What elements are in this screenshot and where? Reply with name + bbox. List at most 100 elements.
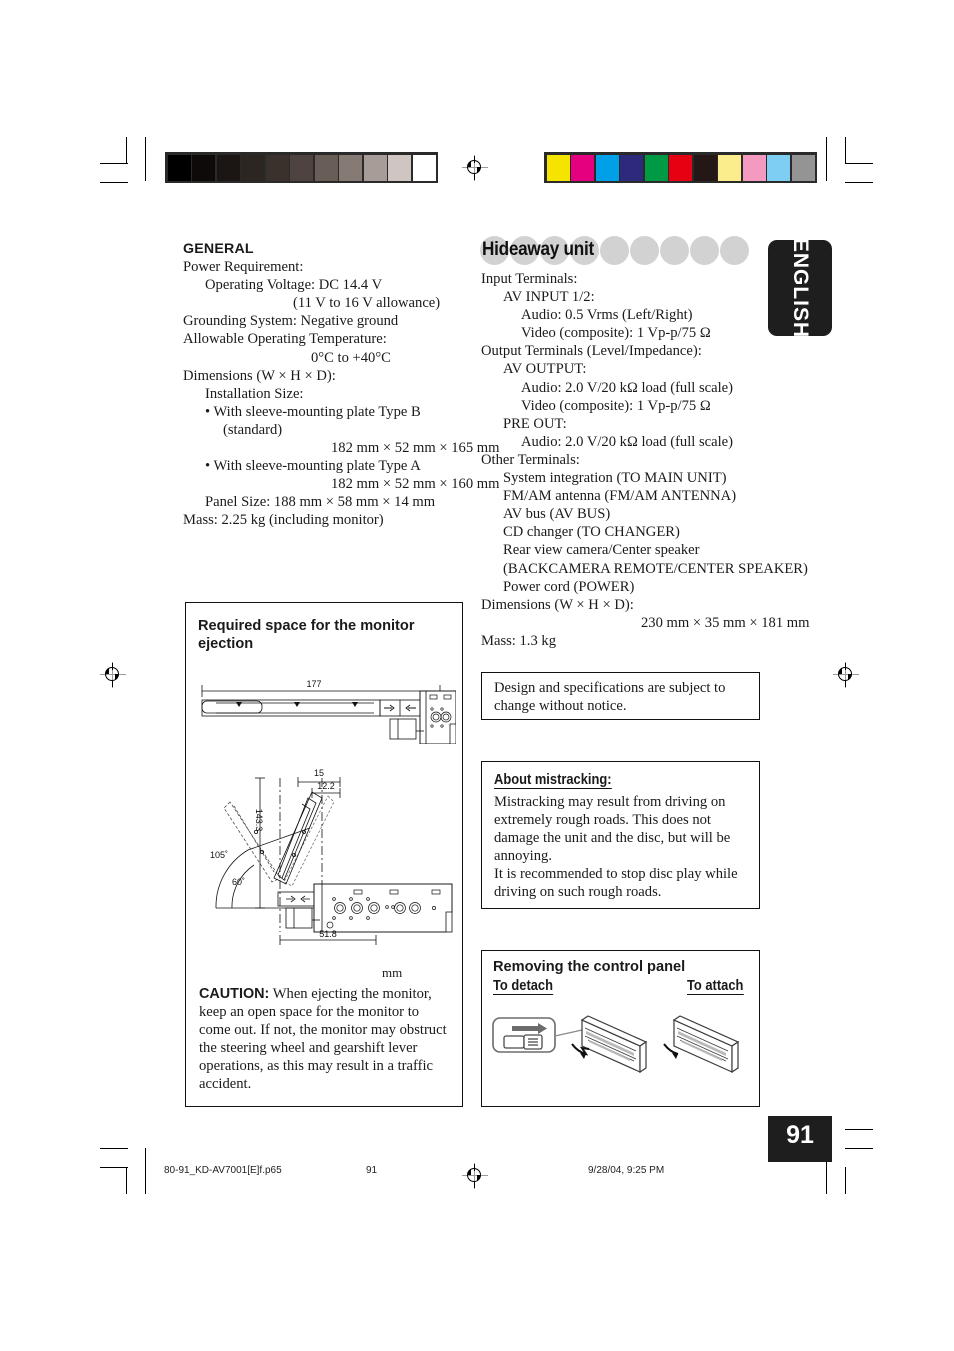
page-number-badge: 91 [768,1116,832,1162]
spec-line: Installation Size: [205,385,304,402]
crop-mark [845,1129,873,1131]
spec-line: Power Requirement: [183,259,304,276]
footer-timestamp: 9/28/04, 9:25 PM [588,1165,665,1176]
crop-mark [826,137,828,181]
hideaway-unit-header: Hideaway unit [480,236,760,266]
spec-line: Audio: 0.5 Vrms (Left/Right) [521,307,693,324]
monitor-plan-diagram: 177 [201,679,456,744]
design-notice-line2: change without notice. [494,698,627,715]
crop-mark [845,137,847,164]
page-number: 91 [786,1121,814,1149]
spec-line: System integration (TO MAIN UNIT) [503,470,727,487]
unit-label-mm: mm [382,965,403,980]
crop-mark [145,137,147,181]
spec-line: Output Terminals (Level/Impedance): [481,343,702,360]
monitor-ejection-heading-line2: ejection [198,636,254,652]
mistracking-line1: Mistracking may result from driving on [494,794,726,810]
general-heading: GENERAL [183,241,254,257]
registration-mark-right [833,662,859,688]
mistracking-line3: damage the unit and the disc, but will b… [494,830,731,847]
spec-line: Other Terminals: [481,451,580,468]
header-dot-icon [600,236,629,265]
footer-filename: 80-91_KD-AV7001[E]f.p65 [164,1165,282,1176]
color-patch [167,154,191,181]
color-patch [571,154,594,181]
footer-page-number: 91 [366,1165,378,1176]
caution-note: CAUTION: When ejecting the monitor, keep… [199,985,451,1094]
registration-mark-bottom [462,1163,488,1189]
spec-line: 230 mm × 35 mm × 181 mm [641,614,810,631]
crop-mark [845,163,873,165]
page-canvas: ENGLISH 91 GENERAL Power Requirement: Ope… [0,0,954,1351]
monitor-ejection-box: Required space for the monitor ejection [185,602,463,1107]
spec-line: Rear view camera/Center speaker [503,542,700,559]
attach-illustration [663,1015,740,1074]
diagram-label-60deg: 60˚ [232,877,245,887]
mistracking-line5: It is recommended to stop disc play whil… [494,866,738,883]
diagram-label-51-8: 51.8 [319,929,337,939]
label-to-attach: To attach [686,977,744,995]
spec-line: Mass: 1.3 kg [481,632,556,649]
spec-line: 0°C to +40°C [311,349,391,366]
crop-mark [100,163,128,165]
color-patch [388,154,411,181]
color-patch [216,154,240,181]
diagram-label-15: 15 [314,768,324,778]
crop-mark [845,1167,847,1194]
diagram-label-177: 177 [306,679,321,689]
hideaway-spec-block: Input Terminals: AV INPUT 1/2: Audio: 0.5 … [481,270,810,650]
color-patch [192,154,215,181]
color-patch [620,154,643,181]
spec-line: CD changer (TO CHANGER) [503,524,680,541]
monitor-ejection-heading-line1: Required space for the monitor [198,618,415,634]
crop-mark [845,1148,873,1150]
crop-mark [100,182,128,184]
design-notice-box: Design and specifications are subject to… [481,672,760,720]
general-spec-lines: Power Requirement: Operating Voltage: DC … [183,258,500,529]
spec-line: AV OUTPUT: [503,361,587,378]
diagram-label-12-2: 12.2 [317,781,335,791]
spec-line: 182 mm × 52 mm × 160 mm [331,476,500,493]
color-patch [290,154,313,181]
spec-line: (standard) [223,421,283,438]
spec-line: Video (composite): 1 Vp-p/75 Ω [521,325,711,342]
header-dot-icon [690,236,719,265]
spec-line: Mass: 2.25 kg (including monitor) [183,512,384,529]
color-patch [791,154,815,181]
spec-line: Panel Size: 188 mm × 58 mm × 14 mm [205,494,436,511]
header-dot-icon [660,236,689,265]
mistracking-line6: driving on such rough roads. [494,884,662,901]
registration-mark-top [462,155,488,181]
mistracking-line4: annoying. [494,848,552,865]
spec-line: Dimensions (W × H × D): [183,367,336,384]
spec-line: AV bus (AV BUS) [503,506,611,523]
spec-line: AV INPUT 1/2: [503,289,595,306]
spec-line: • With sleeve-mounting plate Type B [205,403,421,420]
header-dot-icon [720,236,749,265]
color-patch [265,154,289,181]
spec-line: (BACKCAMERA REMOTE/CENTER SPEAKER) [503,560,808,577]
spec-line: Audio: 2.0 V/20 kΩ load (full scale) [521,433,734,450]
mistracking-heading: About mistracking: [494,771,612,789]
color-patch [595,154,619,181]
color-patch [767,154,790,181]
spec-line: Allowable Operating Temperature: [183,331,387,348]
general-spec-block: GENERAL Power Requirement: Operating Volt… [183,240,500,530]
spec-line: PRE OUT: [503,415,567,432]
diagram-label-105deg: 105˚ [210,850,228,860]
color-patch [742,154,766,181]
language-tab-label: ENGLISH [789,237,812,339]
color-patch [546,154,570,181]
spec-line: Grounding System: Negative ground [183,313,399,330]
hideaway-spec-lines: Input Terminals: AV INPUT 1/2: Audio: 0.5 … [481,270,810,650]
mistracking-box: About mistracking: Mistracking may resul… [481,761,760,909]
color-patch [693,154,717,181]
crop-mark [845,182,873,184]
spec-line: (11 V to 16 V allowance) [293,295,441,312]
monitor-ejection-heading: Required space for the monitor ejection [198,617,462,653]
design-notice-line1: Design and specifications are subject to [494,680,726,696]
spec-line: Input Terminals: [481,271,578,287]
color-patch [412,154,436,181]
language-tab-english: ENGLISH [768,237,832,339]
spec-line: Operating Voltage: DC 14.4 V [205,277,383,294]
